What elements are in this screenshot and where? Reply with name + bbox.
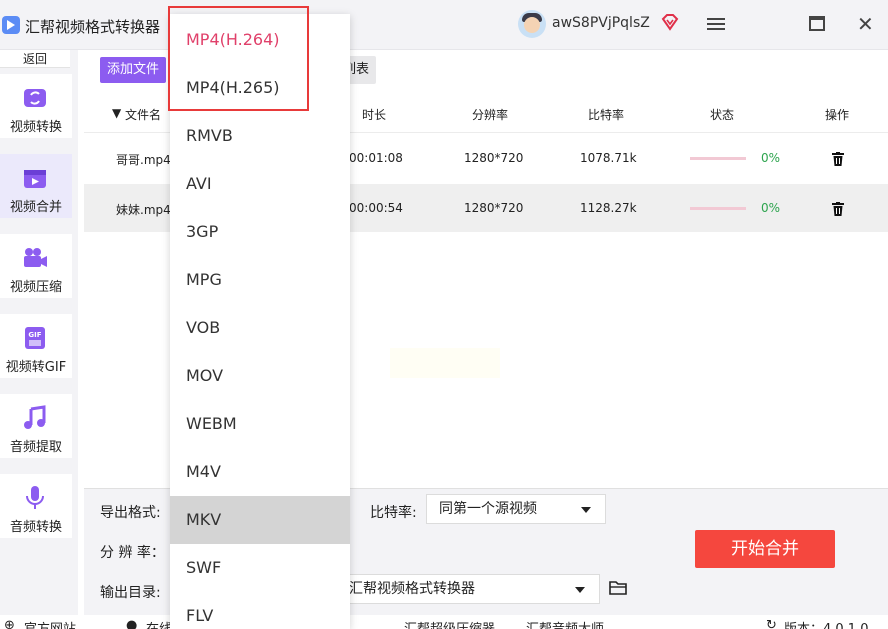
column-bitrate: 比特率	[588, 108, 625, 122]
format-option[interactable]: WEBM	[170, 400, 350, 448]
sort-caret-icon[interactable]: ▼	[112, 106, 121, 120]
output-dir-label: 输出目录:	[100, 585, 161, 601]
refresh-icon: ↻	[766, 618, 777, 629]
sidebar-item-audio-convert[interactable]: 音频转换	[0, 474, 72, 538]
file-bitrate: 1128.27k	[580, 201, 637, 215]
format-option[interactable]: M4V	[170, 448, 350, 496]
menu-icon[interactable]	[707, 16, 725, 32]
format-dropdown: MP4(H.264) MP4(H.265) RMVB AVI 3GP MPG V…	[170, 14, 350, 629]
progress-percent: 0%	[761, 201, 781, 215]
folder-icon[interactable]	[609, 580, 627, 595]
format-option[interactable]: AVI	[170, 160, 350, 208]
progress-bar	[690, 207, 746, 210]
format-option[interactable]: 3GP	[170, 208, 350, 256]
chevron-down-icon	[575, 587, 585, 593]
gif-icon: GIF	[25, 327, 45, 349]
column-resolution: 分辨率	[472, 108, 509, 122]
format-option[interactable]: MKV	[170, 496, 350, 544]
delete-icon[interactable]	[832, 202, 844, 216]
sidebar-item-video-convert[interactable]: 视频转换	[0, 74, 72, 138]
sidebar-item-video-to-gif[interactable]: GIF 视频转GIF	[0, 314, 72, 378]
output-dir-value: 汇帮视频格式转换器	[349, 581, 475, 597]
sidebar-item-label: 音频转换	[9, 520, 62, 535]
format-option[interactable]: MPG	[170, 256, 350, 304]
version-text: 版本：4.0.1.0	[784, 618, 868, 629]
bitrate-select[interactable]: 同第一个源视频	[426, 494, 606, 524]
file-name: 妹妹.mp4	[116, 203, 171, 217]
delete-icon[interactable]	[832, 152, 844, 166]
format-option[interactable]: FLV	[170, 592, 350, 629]
vip-diamond-icon[interactable]	[661, 13, 679, 31]
back-button[interactable]: 返回	[0, 50, 70, 68]
close-icon[interactable]: ✕	[857, 14, 874, 34]
column-actions: 操作	[825, 108, 850, 122]
footer: ⊕ 官方网站 ● 在线 汇帮超级压缩器 汇帮音频大师 ↻ 版本：4.0.1.0	[0, 615, 888, 629]
title-bar: 汇帮视频格式转换器 awS8PVjPqlsZ ✕	[0, 0, 888, 50]
sidebar-item-label: 视频合并	[9, 200, 62, 215]
format-option[interactable]: MP4(H.264)	[170, 16, 350, 64]
sidebar-item-video-compress[interactable]: 视频压缩	[0, 234, 72, 298]
file-duration: 00:00:54	[349, 201, 403, 215]
sidebar-item-label: 视频转换	[9, 120, 62, 135]
website-icon: ⊕	[4, 618, 15, 629]
user-avatar[interactable]	[518, 10, 546, 38]
music-icon	[24, 405, 46, 429]
maximize-icon[interactable]	[809, 16, 825, 31]
format-option[interactable]: SWF	[170, 544, 350, 592]
app-title: 汇帮视频格式转换器	[25, 18, 161, 36]
video-convert-icon	[24, 89, 46, 107]
sidebar-item-label: 视频压缩	[9, 280, 62, 295]
format-option[interactable]: VOB	[170, 304, 350, 352]
online-icon: ●	[126, 618, 138, 629]
footer-link-audio[interactable]: 汇帮音频大师	[526, 618, 604, 629]
video-compress-icon	[24, 248, 47, 267]
progress-percent: 0%	[761, 151, 781, 165]
online-link[interactable]: 在线	[146, 618, 172, 629]
format-option[interactable]: MOV	[170, 352, 350, 400]
bitrate-label: 比特率:	[370, 505, 417, 521]
progress-bar	[690, 157, 746, 160]
video-merge-icon	[24, 170, 46, 188]
add-file-button[interactable]: 添加文件	[100, 57, 166, 83]
username[interactable]: awS8PVjPqlsZ	[552, 15, 650, 31]
microphone-icon	[26, 486, 44, 509]
format-option[interactable]: MP4(H.265)	[170, 64, 350, 112]
column-status: 状态	[710, 108, 735, 122]
output-dir-select[interactable]: 汇帮视频格式转换器	[336, 574, 600, 604]
footer-link-compressor[interactable]: 汇帮超级压缩器	[404, 618, 495, 629]
sidebar-item-label: 音频提取	[9, 440, 62, 455]
start-merge-button[interactable]: 开始合并	[695, 530, 835, 568]
svg-text:GIF: GIF	[28, 331, 41, 339]
app-logo-icon	[2, 16, 20, 34]
file-resolution: 1280*720	[464, 201, 524, 215]
sidebar-item-video-merge[interactable]: 视频合并	[0, 154, 72, 218]
file-resolution: 1280*720	[464, 151, 524, 165]
file-duration: 00:01:08	[349, 151, 403, 165]
file-bitrate: 1078.71k	[580, 151, 637, 165]
resolution-label: 分 辨 率：	[100, 545, 165, 561]
format-option[interactable]: RMVB	[170, 112, 350, 160]
column-filename[interactable]: 文件名	[125, 106, 161, 123]
export-format-label: 导出格式:	[100, 505, 161, 521]
website-link[interactable]: 官方网站	[24, 618, 76, 629]
sidebar: 返回 视频转换 视频合并 视频压缩 GIF 视频转GIF 音频提取 音频转换	[0, 50, 78, 615]
chevron-down-icon	[581, 507, 591, 513]
file-name: 哥哥.mp4	[116, 153, 171, 167]
sidebar-item-label: 视频转GIF	[5, 360, 67, 375]
bitrate-select-value: 同第一个源视频	[439, 501, 537, 517]
sidebar-item-audio-extract[interactable]: 音频提取	[0, 394, 72, 458]
watermark	[390, 348, 500, 378]
column-duration: 时长	[362, 108, 387, 122]
